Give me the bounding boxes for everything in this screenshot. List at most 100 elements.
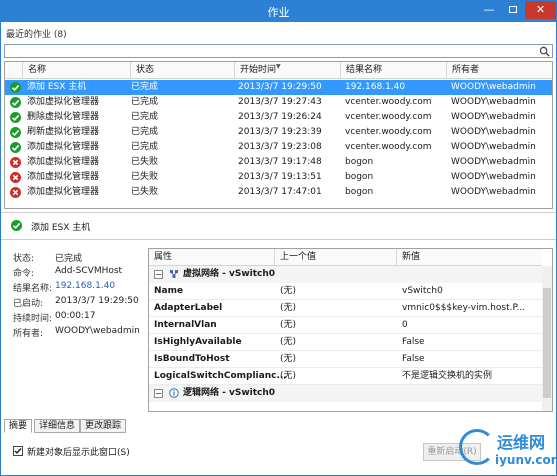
property-row[interactable]: LogicalSwitchComplianc... (无) 不是逻辑交换机的实例	[149, 368, 542, 385]
owner-value: WOODY\webadmin	[55, 326, 140, 336]
show-window-checkbox[interactable]	[13, 446, 23, 456]
table-row[interactable]: 添加虚拟化管理器 已完成 2013/3/7 19:27:43 vcenter.wood…	[5, 95, 552, 110]
property-name: AdapterLabel	[154, 303, 223, 313]
table-row[interactable]: 添加虚拟化管理器 已失败 2013/3/7 17:47:01 bogon WOODY\w…	[5, 185, 552, 200]
job-owner: WOODY\webadmin	[451, 172, 536, 182]
column-header-result[interactable]: 结果名称	[341, 62, 447, 79]
watermark-url: iyunv.com	[495, 453, 557, 467]
job-status: 已完成	[131, 97, 159, 107]
detail-command: 命令: Add-SCVMHost	[13, 266, 122, 279]
status-label: 状态:	[13, 254, 35, 264]
search-icon[interactable]	[539, 46, 550, 57]
collapse-icon[interactable]: −	[154, 270, 163, 279]
job-status: 已完成	[131, 127, 159, 137]
success-icon	[11, 220, 22, 231]
property-name: Name	[154, 286, 184, 296]
job-start-time: 2013/3/7 19:29:50	[238, 82, 322, 92]
job-name: 添加虚拟化管理器	[27, 97, 100, 107]
job-result: vcenter.woody.com	[345, 142, 432, 152]
property-previous-value: (无)	[280, 354, 297, 364]
tab-summary[interactable]: 摘要	[4, 419, 33, 433]
job-result: 192.168.1.40	[345, 82, 406, 92]
table-row[interactable]: 添加虚拟化管理器 已失败 2013/3/7 19:13:51 bogon WOODY\w…	[5, 170, 552, 185]
column-header-icon[interactable]	[5, 62, 23, 79]
info-icon	[169, 388, 179, 398]
property-row[interactable]: InternalVlan (无) 0	[149, 317, 542, 334]
properties-header: 属性 上一个值 新值	[149, 249, 542, 266]
job-start-time: 2013/3/7 19:23:39	[238, 127, 322, 137]
collapse-icon[interactable]: −	[154, 389, 163, 398]
property-previous-value: (无)	[280, 337, 297, 347]
group-logical-network[interactable]: − 逻辑网络 - vSwitch0	[149, 385, 542, 402]
job-start-time: 2013/3/7 19:23:08	[238, 142, 322, 152]
column-header-previous-value[interactable]: 上一个值	[275, 249, 397, 266]
job-name: 添加虚拟化管理器	[27, 172, 100, 182]
job-owner: WOODY\webadmin	[451, 97, 536, 107]
detail-result: 结果名称: 192.168.1.40	[13, 281, 115, 294]
detail-owner: 所有者: WOODY\webadmin	[13, 326, 140, 339]
checkmark-icon	[14, 448, 22, 455]
detail-duration: 持续时间: 00:00:17	[13, 311, 95, 324]
owner-label: 所有者:	[13, 329, 44, 339]
maximize-icon	[509, 6, 517, 13]
table-row[interactable]: 刷新虚拟化管理器 已完成 2013/3/7 19:23:39 vcenter.wood…	[5, 125, 552, 140]
job-name: 添加虚拟化管理器	[27, 187, 100, 197]
property-previous-value: (无)	[280, 371, 297, 381]
sort-descending-icon: ▼	[276, 63, 281, 70]
job-name: 添加虚拟化管理器	[27, 157, 100, 167]
table-row[interactable]: 删除虚拟化管理器 已完成 2013/3/7 19:26:24 vcenter.wood…	[5, 110, 552, 125]
property-new-value: 0	[402, 320, 408, 330]
job-status: 已失败	[131, 157, 159, 167]
job-status: 已失败	[131, 187, 159, 197]
command-label: 命令:	[13, 269, 35, 279]
job-name: 添加虚拟化管理器	[27, 142, 100, 152]
success-icon	[10, 112, 21, 123]
property-new-value: False	[402, 337, 425, 347]
job-status: 已完成	[131, 142, 159, 152]
property-name: LogicalSwitchComplianc...	[154, 371, 287, 381]
table-row[interactable]: 添加虚拟化管理器 已完成 2013/3/7 19:23:08 vcenter.wood…	[5, 140, 552, 155]
property-row[interactable]: AdapterLabel (无) vmnic0$$$key-vim.host.P..…	[149, 300, 542, 317]
status-value: 已完成	[55, 254, 83, 264]
group-virtual-network[interactable]: − 虚拟网络 - vSwitch0	[149, 266, 542, 283]
watermark-logo: 运维网 iyunv.com	[459, 427, 557, 473]
tab-change-tracking[interactable]: 更改跟踪	[80, 419, 127, 433]
job-start-time: 2013/3/7 19:27:43	[238, 97, 322, 107]
close-button[interactable]: ✕	[525, 1, 556, 19]
column-header-name[interactable]: 名称	[23, 62, 131, 79]
result-label: 结果名称:	[13, 284, 53, 294]
title-bar[interactable]: 作业 — ✕	[1, 1, 556, 22]
table-row[interactable]: 添加虚拟化管理器 已失败 2013/3/7 19:17:48 bogon WOODY\w…	[5, 155, 552, 170]
show-window-label[interactable]: 新建对象后显示此窗口(S)	[27, 445, 130, 458]
property-row[interactable]: IsBoundToHost (无) False	[149, 351, 542, 368]
property-previous-value: (无)	[280, 303, 297, 313]
column-header-owner[interactable]: 所有者	[447, 62, 552, 79]
job-owner: WOODY\webadmin	[451, 157, 536, 167]
started-label: 已启动:	[13, 299, 44, 309]
job-result: vcenter.woody.com	[345, 112, 432, 122]
properties-scrollbar[interactable]	[542, 266, 552, 411]
column-header-start-time[interactable]: 开始时间	[235, 62, 341, 79]
property-row[interactable]: Name (无) vSwitch0	[149, 283, 542, 300]
column-header-property[interactable]: 属性	[149, 249, 275, 266]
job-start-time: 2013/3/7 19:13:51	[238, 172, 322, 182]
result-link[interactable]: 192.168.1.40	[55, 281, 115, 291]
job-name: 删除虚拟化管理器	[27, 112, 100, 122]
job-start-time: 2013/3/7 19:26:24	[238, 112, 322, 122]
job-owner: WOODY\webadmin	[451, 142, 536, 152]
scrollbar-thumb[interactable]	[543, 288, 551, 398]
job-result: bogon	[345, 172, 374, 182]
tab-details[interactable]: 详细信息	[34, 419, 81, 433]
watermark-text: 运维网	[497, 433, 546, 452]
property-name: InternalVlan	[154, 320, 217, 330]
table-row[interactable]: 添加 ESX 主机 已完成 2013/3/7 19:29:50 192.168.1.4…	[5, 80, 552, 95]
error-icon	[10, 157, 21, 168]
column-header-status[interactable]: 状态	[131, 62, 235, 79]
column-header-new-value[interactable]: 新值	[397, 249, 542, 266]
maximize-button[interactable]	[501, 1, 525, 19]
property-row[interactable]: IsHighlyAvailable (无) False	[149, 334, 542, 351]
search-input[interactable]	[4, 44, 553, 58]
minimize-button[interactable]: —	[477, 1, 501, 19]
job-status: 已完成	[131, 112, 159, 122]
property-name: IsHighlyAvailable	[154, 337, 242, 347]
